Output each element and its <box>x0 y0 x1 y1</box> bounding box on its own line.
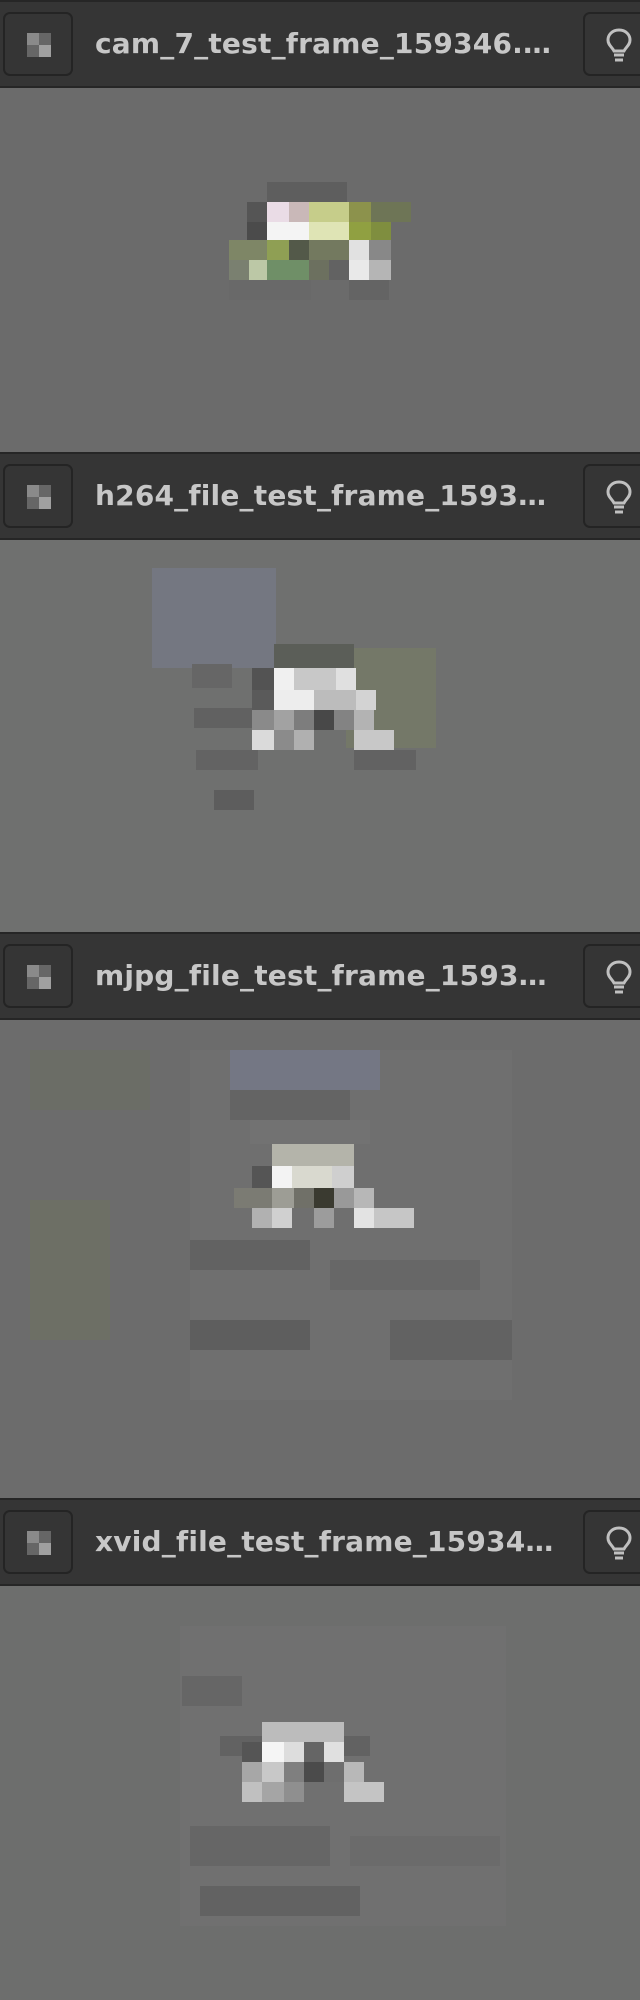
checkerboard-button[interactable] <box>3 1510 73 1574</box>
checkerboard-button[interactable] <box>3 12 73 76</box>
frame-image <box>0 1586 640 2000</box>
panel-header: h264_file_test_frame_159346… <box>0 452 640 540</box>
panel-title: h264_file_test_frame_159346… <box>95 479 565 512</box>
lightbulb-button[interactable] <box>583 12 640 76</box>
panel-title: mjpg_file_test_frame_159346… <box>95 959 565 992</box>
lightbulb-button[interactable] <box>583 464 640 528</box>
panel-mjpg-file: mjpg_file_test_frame_159346… <box>0 932 640 1498</box>
frame-preview <box>0 88 640 452</box>
checkerboard-button[interactable] <box>3 944 73 1008</box>
panel-header: cam_7_test_frame_159346.png <box>0 0 640 88</box>
lightbulb-button[interactable] <box>583 944 640 1008</box>
checkerboard-icon <box>27 1531 51 1555</box>
lightbulb-icon <box>606 1526 632 1560</box>
frame-image <box>229 182 411 300</box>
checkerboard-icon <box>27 33 51 57</box>
checkerboard-button[interactable] <box>3 464 73 528</box>
lightbulb-icon <box>606 960 632 994</box>
lightbulb-icon <box>606 480 632 514</box>
frame-preview <box>0 1020 640 1498</box>
frame-image <box>0 1020 640 1498</box>
frame-preview <box>0 540 640 932</box>
panel-header: xvid_file_test_frame_159346.p… <box>0 1498 640 1586</box>
panel-h264-file: h264_file_test_frame_159346… <box>0 452 640 932</box>
panel-header: mjpg_file_test_frame_159346… <box>0 932 640 1020</box>
panel-cam-7: cam_7_test_frame_159346.png <box>0 0 640 452</box>
lightbulb-button[interactable] <box>583 1510 640 1574</box>
frame-preview <box>0 1586 640 2000</box>
checkerboard-icon <box>27 485 51 509</box>
checkerboard-icon <box>27 965 51 989</box>
frame-image <box>0 540 640 932</box>
panel-title: cam_7_test_frame_159346.png <box>95 27 565 60</box>
panel-xvid-file: xvid_file_test_frame_159346.p… <box>0 1498 640 2000</box>
lightbulb-icon <box>606 28 632 62</box>
panel-title: xvid_file_test_frame_159346.p… <box>95 1525 565 1558</box>
